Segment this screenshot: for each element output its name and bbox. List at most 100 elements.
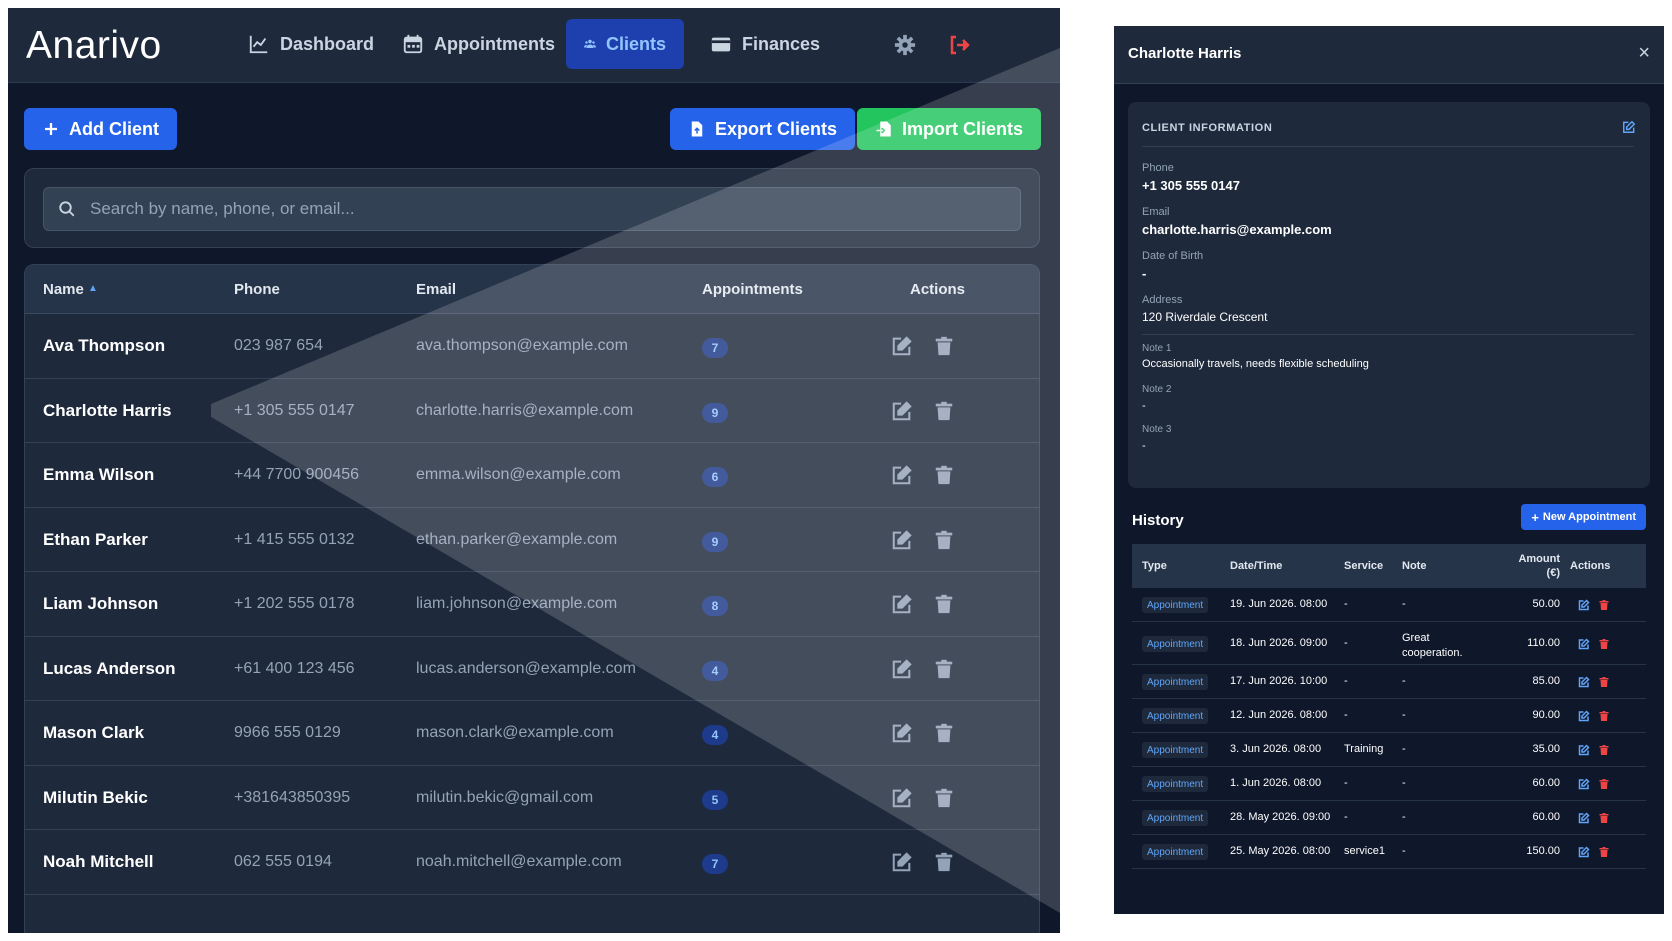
new-appointment-button[interactable]: + New Appointment — [1521, 504, 1646, 530]
search-icon — [59, 201, 75, 217]
history-note: - — [1402, 811, 1406, 823]
client-name[interactable]: Milutin Bekic — [43, 788, 148, 808]
file-export-icon — [691, 121, 703, 137]
client-email: charlotte.harris@example.com — [416, 401, 634, 419]
edit-icon[interactable] — [891, 400, 913, 422]
import-clients-button[interactable]: Import Clients — [857, 108, 1042, 150]
history-datetime: 19. Jun 2026. 08:00 — [1230, 598, 1328, 610]
app-logo[interactable]: Anarivo — [26, 24, 162, 68]
edit-icon[interactable] — [891, 722, 913, 744]
nav-clients[interactable]: Clients — [566, 19, 684, 69]
client-name[interactable]: Charlotte Harris — [43, 401, 171, 421]
dob-label: Date of Birth — [1142, 250, 1204, 262]
column-phone-header[interactable]: Phone — [234, 281, 280, 298]
gear-icon — [894, 34, 916, 56]
client-phone: 023 987 654 — [234, 337, 323, 354]
note1-value: Occasionally travels, needs flexible sch… — [1142, 358, 1369, 370]
settings-button[interactable] — [892, 32, 918, 58]
edit-icon[interactable] — [891, 593, 913, 615]
edit-icon[interactable] — [1578, 812, 1590, 824]
screenshot-stage: Anarivo Dashboard Appointments Clients F… — [0, 0, 1672, 941]
export-clients-label: Export Clients — [715, 118, 838, 139]
trash-icon[interactable] — [1598, 744, 1610, 756]
edit-icon[interactable] — [1578, 638, 1590, 650]
column-appointments-header[interactable]: Appointments — [702, 281, 803, 298]
trash-icon[interactable] — [933, 335, 955, 357]
nav-finances[interactable]: Finances — [692, 19, 838, 69]
client-name[interactable]: Emma Wilson — [43, 465, 154, 485]
search-card — [24, 168, 1040, 248]
table-row[interactable]: Liam Johnson +1 202 555 0178 liam.johnson@… — [25, 572, 1039, 637]
table-row[interactable]: Ethan Parker +1 415 555 0132 ethan.parker@… — [25, 508, 1039, 572]
history-row: Appointment 25. May 2026. 08:00 service1 - 1… — [1132, 835, 1646, 869]
client-name[interactable]: Ava Thompson — [43, 336, 165, 356]
table-row[interactable]: Mason Clark 9966 555 0129 mason.clark@exam… — [25, 701, 1039, 766]
top-navbar: Anarivo Dashboard Appointments Clients F… — [8, 8, 1060, 83]
table-row[interactable]: Emma Wilson +44 7700 900456 emma.wilson@ex… — [25, 443, 1039, 508]
client-name[interactable]: Lucas Anderson — [43, 659, 176, 679]
table-row[interactable]: Noah Mitchell 062 555 0194 noah.mitchell@e… — [25, 830, 1039, 895]
edit-icon[interactable] — [891, 529, 913, 551]
trash-icon[interactable] — [933, 464, 955, 486]
table-row[interactable]: Milutin Bekic +381643850395 milutin.bekic@… — [25, 766, 1039, 830]
edit-icon[interactable] — [891, 335, 913, 357]
trash-icon[interactable] — [933, 658, 955, 680]
trash-icon[interactable] — [933, 787, 955, 809]
table-row[interactable]: Lucas Anderson +61 400 123 456 lucas.ander… — [25, 637, 1039, 701]
search-box[interactable] — [43, 187, 1021, 231]
appointments-count-badge: 9 — [702, 531, 728, 552]
table-row[interactable]: Charlotte Harris +1 305 555 0147 charlotte… — [25, 379, 1039, 443]
trash-icon[interactable] — [933, 851, 955, 873]
trash-icon[interactable] — [1598, 638, 1610, 650]
note3-label: Note 3 — [1142, 424, 1172, 435]
client-phone: +381643850395 — [234, 788, 351, 806]
history-amount: 110.00 — [1527, 637, 1560, 649]
history-type-badge: Appointment — [1142, 636, 1209, 652]
trash-icon[interactable] — [1598, 778, 1610, 790]
edit-icon[interactable] — [891, 464, 913, 486]
plus-icon — [45, 123, 57, 135]
trash-icon[interactable] — [1598, 599, 1610, 611]
nav-appointments-label: Appointments — [434, 33, 555, 54]
client-name[interactable]: Liam Johnson — [43, 594, 158, 614]
nav-dashboard-label: Dashboard — [280, 33, 375, 54]
client-name[interactable]: Noah Mitchell — [43, 852, 154, 872]
edit-icon[interactable] — [1578, 710, 1590, 722]
edit-icon[interactable] — [1578, 599, 1590, 611]
column-name-header[interactable]: Name ▲ — [43, 281, 98, 298]
history-service: Training — [1344, 743, 1384, 755]
trash-icon[interactable] — [933, 722, 955, 744]
trash-icon[interactable] — [933, 400, 955, 422]
trash-icon[interactable] — [933, 529, 955, 551]
edit-icon[interactable] — [891, 658, 913, 680]
trash-icon[interactable] — [1598, 710, 1610, 722]
close-icon[interactable]: × — [1638, 42, 1650, 65]
table-row[interactable]: Ava Thompson 023 987 654 ava.thompson@exam… — [25, 314, 1039, 379]
edit-icon[interactable] — [891, 787, 913, 809]
nav-dashboard[interactable]: Dashboard — [230, 19, 392, 69]
nav-appointments[interactable]: Appointments — [384, 19, 573, 69]
logout-button[interactable] — [946, 32, 972, 58]
edit-icon[interactable] — [1578, 676, 1590, 688]
add-client-button[interactable]: Add Client — [24, 108, 177, 150]
trash-icon[interactable] — [1598, 676, 1610, 688]
search-input[interactable] — [90, 199, 990, 219]
client-name[interactable]: Mason Clark — [43, 723, 144, 743]
column-email-header[interactable]: Email — [416, 281, 456, 298]
history-col-amount-unit: (€) — [1546, 567, 1560, 579]
edit-icon[interactable] — [891, 851, 913, 873]
trash-icon[interactable] — [1598, 846, 1610, 858]
export-clients-button[interactable]: Export Clients — [670, 108, 856, 150]
clients-app-window: Anarivo Dashboard Appointments Clients F… — [8, 8, 1060, 933]
history-type-badge: Appointment — [1142, 742, 1209, 758]
history-amount: 50.00 — [1532, 598, 1560, 610]
edit-icon[interactable] — [1578, 744, 1590, 756]
edit-info-icon[interactable] — [1622, 120, 1636, 134]
client-phone: +61 400 123 456 — [234, 659, 355, 677]
trash-icon[interactable] — [1598, 812, 1610, 824]
client-name[interactable]: Ethan Parker — [43, 530, 148, 550]
trash-icon[interactable] — [933, 593, 955, 615]
edit-icon[interactable] — [1578, 778, 1590, 790]
history-datetime: 3. Jun 2026. 08:00 — [1230, 743, 1322, 755]
edit-icon[interactable] — [1578, 846, 1590, 858]
